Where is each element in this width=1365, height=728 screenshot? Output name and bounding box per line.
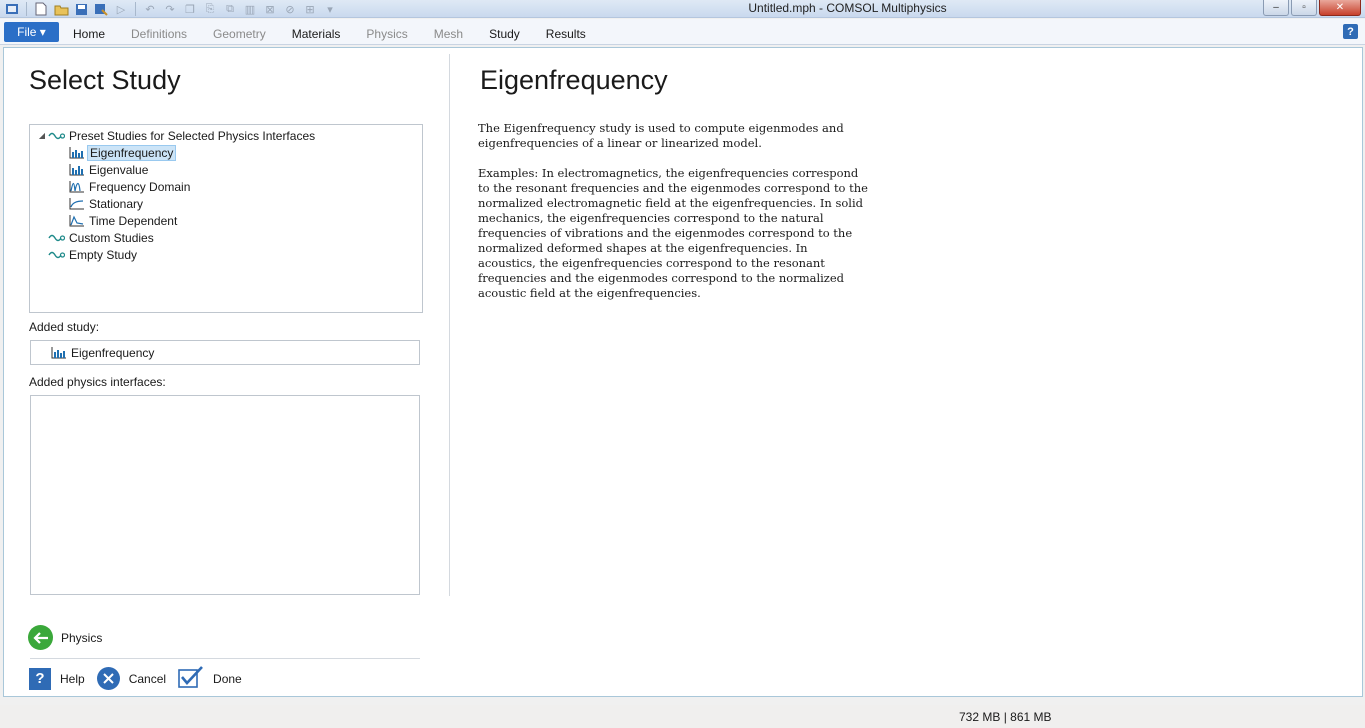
tab-physics[interactable]: Physics [353, 19, 420, 45]
tree-node-empty-study[interactable]: Empty Study [30, 246, 422, 263]
study-tree: ◢ Preset Studies for Selected Physics In… [29, 124, 423, 313]
done-button[interactable]: Done [178, 666, 242, 691]
back-arrow-icon [28, 625, 53, 650]
added-study-label: Added study: [29, 320, 100, 334]
tree-item-eigenvalue[interactable]: Eigenvalue [30, 161, 422, 178]
study-group-icon [48, 231, 65, 245]
tree-item-label: Frequency Domain [89, 179, 191, 194]
minimize-button[interactable]: ‒ [1263, 0, 1289, 16]
collapse-arrow-icon[interactable]: ◢ [36, 131, 48, 140]
ribbon-tabs: File ▾ Home Definitions Geometry Materia… [0, 19, 1365, 45]
added-study-value: Eigenfrequency [71, 345, 155, 360]
tab-materials[interactable]: Materials [279, 19, 354, 45]
status-bar: 732 MB | 861 MB [0, 705, 1365, 728]
frequency-domain-icon [68, 180, 85, 194]
tree-item-stationary[interactable]: Stationary [30, 195, 422, 212]
tree-node-preset-studies[interactable]: ◢ Preset Studies for Selected Physics In… [30, 127, 422, 144]
back-button-label: Physics [61, 630, 103, 645]
study-description: The Eigenfrequency study is used to comp… [478, 121, 868, 316]
button-separator [30, 658, 420, 659]
tree-node-label: Custom Studies [69, 230, 154, 245]
cancel-button-label: Cancel [128, 671, 167, 686]
tab-geometry[interactable]: Geometry [200, 19, 279, 45]
tab-mesh[interactable]: Mesh [421, 19, 476, 45]
study-description-title: Eigenfrequency [480, 65, 668, 95]
cancel-icon [96, 667, 120, 690]
help-button[interactable]: ? Help [29, 667, 85, 690]
stationary-icon [68, 197, 85, 211]
help-icon: ? [29, 667, 51, 690]
cancel-button[interactable]: Cancel [96, 667, 167, 690]
tree-item-label: Stationary [89, 196, 144, 211]
file-menu-button[interactable]: File ▾ [4, 22, 59, 42]
close-button[interactable]: ✕ [1319, 0, 1361, 16]
tab-home[interactable]: Home [60, 19, 118, 45]
added-physics-list[interactable] [30, 395, 420, 595]
window-title: Untitled.mph - COMSOL Multiphysics [748, 1, 947, 15]
time-dependent-icon [68, 214, 85, 228]
help-button-label: Help [60, 671, 85, 686]
added-study-list[interactable]: Eigenfrequency [30, 340, 420, 365]
wizard-buttons: ? Help Cancel Done [29, 666, 254, 691]
study-group-icon [48, 248, 65, 262]
tab-results[interactable]: Results [533, 19, 599, 45]
tree-item-label: Time Dependent [89, 213, 178, 228]
eigenvalue-icon [68, 163, 85, 177]
done-button-label: Done [213, 671, 242, 686]
tree-item-eigenfrequency[interactable]: Eigenfrequency [30, 144, 422, 161]
tab-study[interactable]: Study [476, 19, 533, 45]
tab-definitions[interactable]: Definitions [118, 19, 200, 45]
tree-node-custom-studies[interactable]: Custom Studies [30, 229, 422, 246]
memory-usage: 732 MB | 861 MB [959, 710, 1052, 724]
help-icon[interactable]: ? [1343, 24, 1358, 39]
tree-node-label: Preset Studies for Selected Physics Inte… [69, 128, 316, 143]
tree-node-label: Empty Study [69, 247, 138, 262]
study-group-icon [48, 129, 65, 143]
window-controls: ‒ ▫ ✕ [1263, 0, 1361, 16]
description-paragraph: The Eigenfrequency study is used to comp… [478, 121, 844, 150]
eigenfrequency-icon [51, 346, 68, 360]
done-check-icon [178, 666, 204, 691]
maximize-button[interactable]: ▫ [1291, 0, 1317, 16]
description-paragraph: Examples: In electromagnetics, the eigen… [478, 166, 868, 300]
back-to-physics-button[interactable]: Physics [28, 625, 102, 650]
page-title: Select Study [29, 65, 181, 95]
select-study-wizard: Select Study ◢ Preset Studies for Select… [3, 47, 1363, 697]
tree-item-label: Eigenvalue [89, 162, 149, 177]
tab-bar: Home Definitions Geometry Materials Phys… [60, 19, 599, 45]
panel-divider [449, 54, 450, 596]
title-bar: ▷ ↶ ↷ ❐ ⎘ ⧉ ▥ ⊠ ⊘ ⊞ ▾ Untitled.mph - COM… [0, 0, 1365, 18]
added-physics-label: Added physics interfaces: [29, 375, 166, 389]
tree-item-frequency-domain[interactable]: Frequency Domain [30, 178, 422, 195]
tree-item-time-dependent[interactable]: Time Dependent [30, 212, 422, 229]
eigenfrequency-icon [68, 146, 85, 160]
tree-item-label: Eigenfrequency [87, 144, 177, 161]
